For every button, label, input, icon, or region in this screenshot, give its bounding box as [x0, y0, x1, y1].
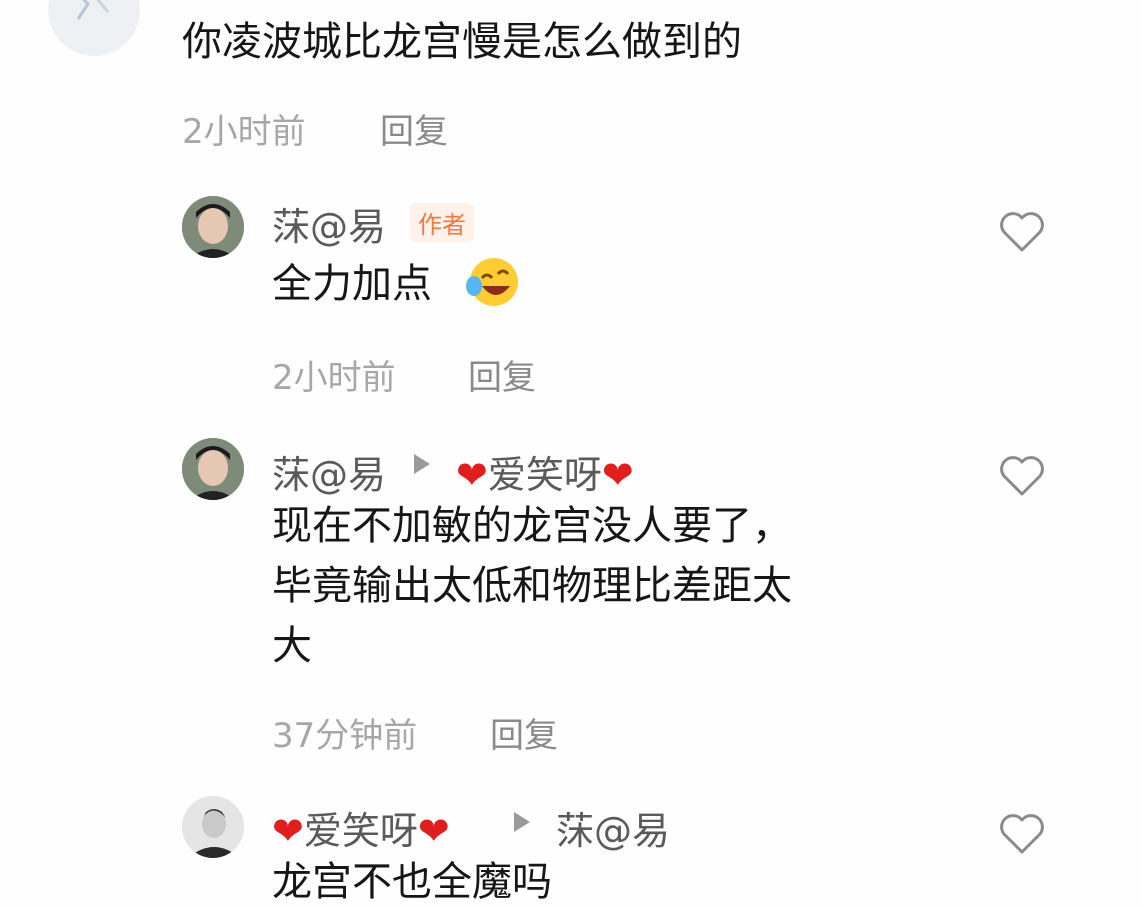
- reply-target-username[interactable]: ❤爱笑呀❤: [456, 444, 634, 499]
- comment-body: 全力加点: [272, 261, 432, 307]
- comment-time: 2小时前: [182, 112, 306, 152]
- author-badge: 作者: [410, 203, 474, 242]
- username-text: 爱笑呀: [303, 809, 418, 853]
- reply-target-name: 爱笑呀: [487, 453, 602, 497]
- comment-body-line: 大: [272, 623, 312, 669]
- reply-arrow-icon: [512, 810, 532, 838]
- red-heart-icon: ❤: [456, 453, 488, 497]
- comment-body-line: 现在不加敏的龙宫没人要了，: [272, 503, 792, 549]
- crying-laughing-emoji: [462, 252, 522, 316]
- username[interactable]: 莯@易: [272, 196, 386, 251]
- username[interactable]: ❤爱笑呀❤: [272, 800, 450, 855]
- avatar[interactable]: [182, 438, 244, 500]
- red-heart-icon: ❤: [272, 809, 304, 853]
- comment-body-line: 毕竟输出太低和物理比差距太: [272, 563, 792, 609]
- red-heart-icon: ❤: [417, 809, 450, 853]
- reply-arrow-icon: [412, 452, 432, 480]
- reply-button[interactable]: 回复: [380, 104, 448, 153]
- reply-button[interactable]: 回复: [468, 350, 536, 399]
- comment-time: 37分钟前: [272, 716, 418, 756]
- heart-outline-icon[interactable]: [998, 210, 1046, 258]
- avatar[interactable]: [182, 796, 244, 858]
- avatar[interactable]: [48, 0, 140, 56]
- avatar[interactable]: [182, 196, 244, 258]
- reply-button[interactable]: 回复: [490, 708, 558, 757]
- heart-outline-icon[interactable]: [998, 812, 1046, 860]
- heart-outline-icon[interactable]: [998, 454, 1046, 502]
- comment-time: 2小时前: [272, 358, 396, 398]
- comment-body: 龙宫不也全魔吗: [272, 859, 552, 905]
- reply-target-username[interactable]: 莯@易: [556, 800, 670, 855]
- red-heart-icon: ❤: [601, 453, 634, 497]
- username[interactable]: 莯@易: [272, 444, 386, 499]
- comment-body: 你凌波城比龙宫慢是怎么做到的: [182, 19, 742, 65]
